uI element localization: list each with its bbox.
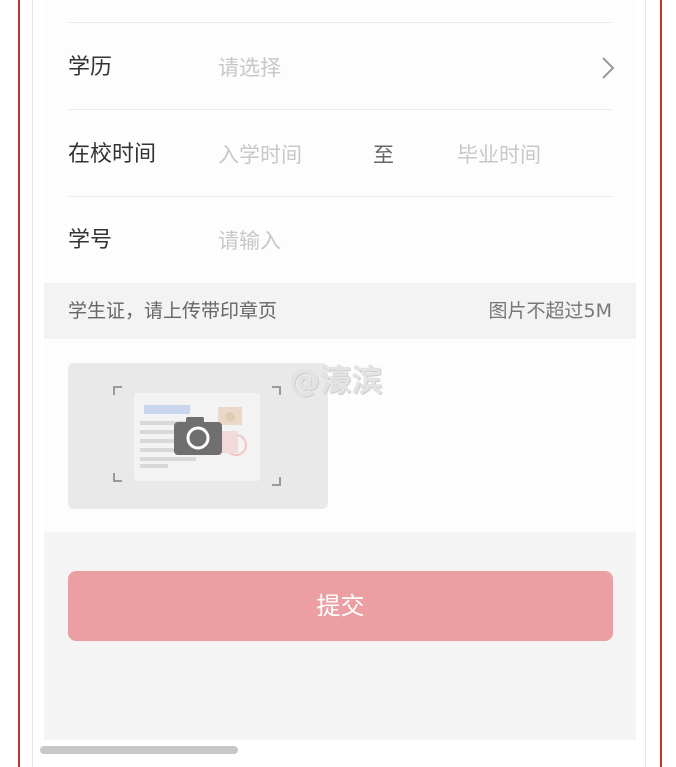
date-range-separator: 至 <box>373 143 394 167</box>
upload-instruction-text: 学生证，请上传带印章页 <box>68 300 278 322</box>
horizontal-scrollbar[interactable] <box>40 746 238 754</box>
footer-area: 提交 <box>44 532 636 740</box>
chevron-right-icon <box>602 57 615 79</box>
device-edge-right <box>645 0 646 767</box>
student-card-upload[interactable] <box>68 363 328 509</box>
divider <box>68 196 613 197</box>
submit-button[interactable]: 提交 <box>68 571 613 641</box>
graduation-date-picker[interactable]: 毕业时间 <box>457 140 541 170</box>
education-select[interactable]: 请选择 <box>218 53 281 83</box>
upload-size-limit: 图片不超过5M <box>488 300 612 322</box>
frame-border-right <box>660 0 662 767</box>
watermark: @濠滨 <box>290 364 383 399</box>
education-label: 学历 <box>68 55 113 80</box>
enrollment-date-picker[interactable]: 入学时间 <box>218 140 302 170</box>
device-edge-left <box>32 0 33 767</box>
frame-border-left <box>18 0 20 767</box>
divider <box>68 109 613 110</box>
divider <box>68 22 613 23</box>
upload-instruction-bar: 学生证，请上传带印章页 图片不超过5M <box>44 283 636 339</box>
camera-icon <box>174 417 222 455</box>
student-id-input[interactable]: 请输入 <box>218 226 281 256</box>
student-id-label: 学号 <box>68 228 113 253</box>
school-time-label: 在校时间 <box>68 142 157 167</box>
